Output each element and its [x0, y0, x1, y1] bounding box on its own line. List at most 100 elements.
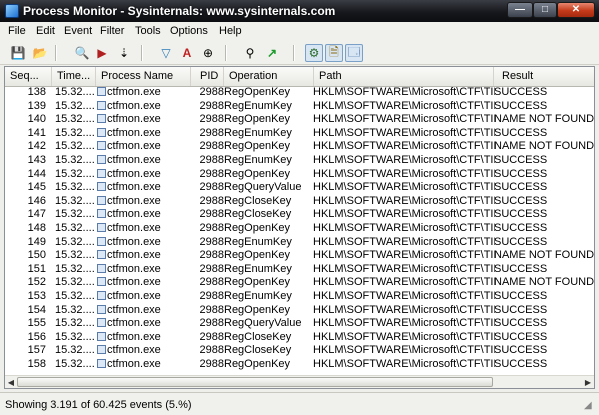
scroll-left-icon[interactable]: ◀ — [5, 377, 17, 388]
table-row[interactable]: 157 15.32.... ctfmon.exe 2988 RegCloseKey HKL… — [5, 344, 594, 358]
row-path: HKLM\SOFTWARE\Microsoft\CTF\TIP... — [313, 181, 495, 194]
row-process-name: ctfmon.exe — [97, 140, 193, 154]
row-pid: 2988 — [199, 276, 224, 289]
row-pid: 2988 — [199, 303, 224, 316]
row-seq: 156 — [27, 330, 46, 343]
process-name-text: ctfmon.exe — [107, 167, 161, 180]
table-row[interactable]: 151 15.32.... ctfmon.exe 2988 RegEnumKey HKLM… — [5, 263, 594, 277]
row-time: 15.32.... — [55, 126, 95, 139]
table-row[interactable]: 154 15.32.... ctfmon.exe 2988 RegOpenKey HKLM… — [5, 304, 594, 318]
row-operation: RegEnumKey — [224, 262, 292, 275]
minimize-button[interactable]: — — [507, 2, 533, 18]
resize-grip-icon[interactable]: ◢ — [584, 400, 596, 412]
save-icon[interactable]: 💾 — [9, 44, 27, 62]
row-result: SUCCESS — [494, 167, 548, 180]
row-time: 15.32.... — [55, 222, 95, 234]
process-icon — [97, 236, 106, 246]
horizontal-scrollbar[interactable]: ◀ ▶ — [5, 375, 594, 388]
row-pid: 2988 — [199, 262, 224, 275]
column-pid[interactable]: PID — [191, 67, 224, 86]
row-pid: 2988 — [199, 154, 224, 166]
row-result: SUCCESS — [494, 194, 548, 207]
menu-options[interactable]: Options — [170, 25, 208, 37]
autoscroll-icon[interactable]: ⇣ — [115, 44, 133, 62]
table-row[interactable]: 142 15.32.... ctfmon.exe 2988 RegOpenKey HKLM… — [5, 140, 594, 154]
binoculars-icon[interactable]: ⚲ — [241, 44, 259, 62]
row-pid: 2988 — [199, 194, 224, 207]
capture-icon[interactable]: ▶ — [93, 44, 111, 62]
scrollbar-thumb[interactable] — [17, 377, 493, 387]
column-operation[interactable]: Operation — [224, 67, 314, 86]
row-process-name: ctfmon.exe — [97, 113, 193, 127]
column-time[interactable]: Time... — [52, 67, 96, 86]
event-list[interactable]: Seq... Time... Process Name PID Operatio… — [4, 66, 595, 389]
table-row[interactable]: 144 15.32.... ctfmon.exe 2988 RegOpenKey HKLM… — [5, 168, 594, 182]
menu-edit[interactable]: Edit — [36, 25, 55, 37]
menu-event[interactable]: Event — [64, 25, 92, 37]
column-process-name[interactable]: Process Name — [96, 67, 191, 86]
table-row[interactable]: 145 15.32.... ctfmon.exe 2988 RegQueryValue H… — [5, 181, 594, 195]
column-result[interactable]: Result — [494, 67, 594, 86]
title-bar[interactable]: Process Monitor - Sysinternals: www.sysi… — [0, 0, 599, 22]
filter-icon[interactable]: ▽ — [157, 44, 175, 62]
row-process-name: ctfmon.exe — [97, 127, 193, 141]
table-row[interactable]: 153 15.32.... ctfmon.exe 2988 RegEnumKey HKLM… — [5, 290, 594, 304]
target-icon[interactable]: ⊕ — [199, 44, 217, 62]
row-time: 15.32.... — [55, 194, 95, 207]
row-process-name: ctfmon.exe — [97, 344, 193, 358]
process-icon — [97, 87, 106, 96]
row-pid: 2988 — [199, 167, 224, 180]
table-row[interactable]: 149 15.32.... ctfmon.exe 2988 RegEnumKey HKLM… — [5, 236, 594, 250]
open-icon[interactable]: 📂 — [31, 44, 49, 62]
table-row[interactable]: 143 15.32.... ctfmon.exe 2988 RegEnumKey HKLM… — [5, 154, 594, 168]
menu-help[interactable]: Help — [219, 25, 242, 37]
scroll-right-icon[interactable]: ▶ — [582, 377, 594, 388]
row-operation: RegOpenKey — [224, 358, 291, 370]
table-row[interactable]: 146 15.32.... ctfmon.exe 2988 RegCloseKey HKL… — [5, 195, 594, 209]
row-operation: RegOpenKey — [224, 86, 291, 98]
row-time: 15.32.... — [55, 140, 95, 153]
toolbar: 💾 📂 🔍 ▶ ⇣ ▽ A ⊕ ⚲ ↗ ⚙ 🗎 🗔 — [0, 41, 599, 65]
row-operation: RegCloseKey — [224, 194, 292, 207]
table-row[interactable]: 150 15.32.... ctfmon.exe 2988 RegOpenKey HKLM… — [5, 249, 594, 263]
row-seq: 146 — [27, 194, 46, 207]
table-row[interactable]: 140 15.32.... ctfmon.exe 2988 RegOpenKey HKLM… — [5, 113, 594, 127]
row-seq: 154 — [27, 303, 46, 316]
row-result: SUCCESS — [494, 208, 548, 221]
row-path: HKLM\SOFTWARE\Microsoft\CTF\TIP — [313, 154, 495, 166]
maximize-button[interactable]: □ — [533, 2, 557, 18]
table-row[interactable]: 139 15.32.... ctfmon.exe 2988 RegEnumKey HKLM… — [5, 100, 594, 114]
registry-activity-icon[interactable]: ⚙ — [305, 44, 323, 62]
row-process-name: ctfmon.exe — [97, 358, 193, 372]
menu-file[interactable]: File — [8, 25, 26, 37]
process-name-text: ctfmon.exe — [107, 235, 161, 248]
process-name-text: ctfmon.exe — [107, 249, 161, 262]
table-row[interactable]: 155 15.32.... ctfmon.exe 2988 RegQueryValue H… — [5, 317, 594, 331]
row-seq: 138 — [27, 86, 46, 98]
row-time: 15.32.... — [55, 86, 95, 98]
column-path[interactable]: Path — [314, 67, 494, 86]
row-time: 15.32.... — [55, 167, 95, 180]
table-row[interactable]: 138 15.32.... ctfmon.exe 2988 RegOpenKey HKLM… — [5, 86, 594, 100]
table-row[interactable]: 152 15.32.... ctfmon.exe 2988 RegOpenKey HKLM… — [5, 276, 594, 290]
close-button[interactable]: ✕ — [557, 2, 595, 18]
column-seq[interactable]: Seq... — [5, 67, 52, 86]
table-row[interactable]: 158 15.32.... ctfmon.exe 2988 RegOpenKey HKLM… — [5, 358, 594, 372]
row-process-name: ctfmon.exe — [97, 290, 193, 304]
menu-tools[interactable]: Tools — [135, 25, 161, 37]
table-row[interactable]: 156 15.32.... ctfmon.exe 2988 RegCloseKey HKL… — [5, 331, 594, 345]
row-path: HKLM\SOFTWARE\Microsoft\CTF\TIP... — [313, 113, 495, 126]
table-row[interactable]: 148 15.32.... ctfmon.exe 2988 RegOpenKey HKLM… — [5, 222, 594, 236]
highlight-icon[interactable]: A — [178, 44, 196, 62]
jump-icon[interactable]: ↗ — [263, 44, 281, 62]
process-activity-icon[interactable]: 🗔 — [345, 44, 363, 62]
row-path: HKLM\SOFTWARE\Microsoft\CTF\TIP... — [313, 330, 495, 343]
file-activity-icon[interactable]: 🗎 — [325, 44, 343, 62]
table-row[interactable]: 147 15.32.... ctfmon.exe 2988 RegCloseKey HKL… — [5, 208, 594, 222]
row-seq: 151 — [27, 262, 46, 275]
table-row[interactable]: 141 15.32.... ctfmon.exe 2988 RegEnumKey HKLM… — [5, 127, 594, 141]
row-seq: 149 — [27, 235, 46, 248]
process-icon — [97, 223, 106, 232]
menu-filter[interactable]: Filter — [100, 25, 124, 37]
find-icon[interactable]: 🔍 — [73, 44, 91, 62]
